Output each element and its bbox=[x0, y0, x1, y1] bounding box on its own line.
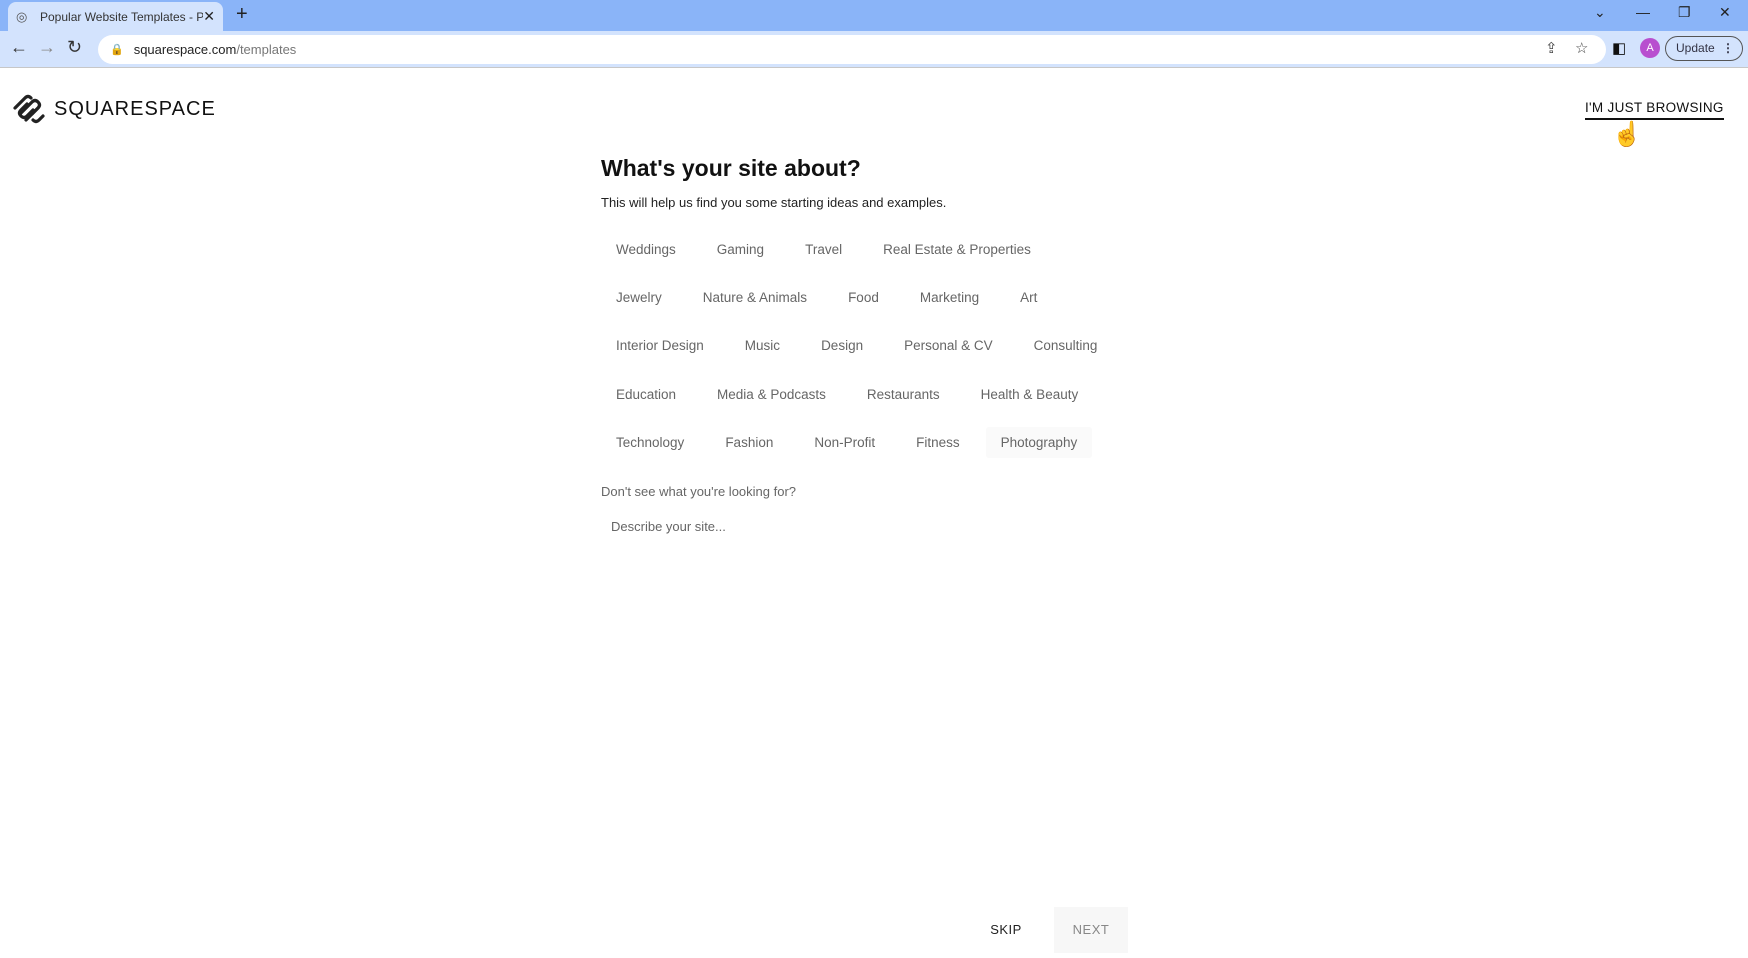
forward-icon[interactable]: → bbox=[38, 37, 56, 58]
category-chip[interactable]: Jewelry bbox=[601, 282, 677, 313]
browser-toolbar: ← → ↻ 🔒 squarespace.com/templates ⇪ ☆ ◧ … bbox=[0, 31, 1748, 68]
category-chip[interactable]: Nature & Animals bbox=[688, 282, 822, 313]
update-button[interactable]: Update ⋮ bbox=[1665, 36, 1743, 61]
category-row: Jewelry Nature & Animals Food Marketing Art bbox=[601, 273, 1161, 321]
category-chip[interactable]: Real Estate & Properties bbox=[868, 234, 1046, 265]
restore-icon[interactable]: ❐ bbox=[1678, 4, 1691, 21]
squarespace-logo-icon bbox=[13, 94, 45, 124]
logo-text: SQUARESPACE bbox=[54, 97, 216, 120]
category-chip[interactable]: Art bbox=[1005, 282, 1052, 313]
tab-title: Popular Website Templates - Popular Webs… bbox=[40, 9, 204, 24]
reload-icon[interactable]: ↻ bbox=[67, 37, 82, 58]
update-label: Update bbox=[1676, 41, 1715, 55]
site-topic-form: What's your site about? This will help u… bbox=[601, 155, 1161, 544]
tab-search-icon[interactable]: ⌄ bbox=[1594, 4, 1606, 21]
category-chip[interactable]: Health & Beauty bbox=[966, 379, 1094, 410]
url-path: /templates bbox=[236, 42, 297, 57]
skip-button[interactable]: SKIP bbox=[980, 915, 1032, 945]
describe-site-input[interactable] bbox=[601, 509, 1121, 544]
category-row: Technology Fashion Non-Profit Fitness Photog… bbox=[601, 418, 1161, 466]
close-tab-icon[interactable]: ✕ bbox=[203, 8, 215, 25]
category-chip[interactable]: Travel bbox=[790, 234, 857, 265]
category-chip[interactable]: Media & Podcasts bbox=[702, 379, 841, 410]
squarespace-logo[interactable]: SQUARESPACE bbox=[12, 94, 216, 124]
category-list: Weddings Gaming Travel Real Estate & Proper… bbox=[601, 225, 1161, 466]
category-chip[interactable]: Gaming bbox=[702, 234, 779, 265]
category-chip[interactable]: Personal & CV bbox=[889, 330, 1008, 361]
category-chip[interactable]: Photography bbox=[985, 426, 1093, 458]
page-subtitle: This will help us find you some starting… bbox=[601, 195, 947, 210]
next-button[interactable]: NEXT bbox=[1054, 907, 1128, 953]
lock-icon: 🔒 bbox=[110, 44, 124, 56]
category-chip[interactable]: Marketing bbox=[905, 282, 994, 313]
category-chip[interactable]: Fitness bbox=[901, 427, 975, 458]
page-title: What's your site about? bbox=[601, 155, 861, 181]
category-chip[interactable]: Technology bbox=[601, 427, 699, 458]
minimize-icon[interactable]: — bbox=[1636, 4, 1650, 20]
url-host: squarespace.com bbox=[133, 42, 237, 57]
squarespace-favicon-icon: ◎ bbox=[16, 8, 28, 24]
category-chip[interactable]: Music bbox=[730, 330, 795, 361]
bookmark-star-icon[interactable]: ☆ bbox=[1575, 39, 1588, 57]
category-row: Weddings Gaming Travel Real Estate & Proper… bbox=[601, 225, 1161, 273]
address-bar[interactable]: 🔒 squarespace.com/templates bbox=[98, 35, 1606, 64]
close-window-icon[interactable]: ✕ bbox=[1719, 4, 1731, 21]
profile-avatar[interactable]: A bbox=[1640, 38, 1660, 58]
browser-tab[interactable]: ◎ Popular Website Templates - Popular We… bbox=[8, 2, 223, 31]
new-tab-icon[interactable]: + bbox=[236, 3, 248, 26]
tab-strip: ◎ Popular Website Templates - Popular We… bbox=[0, 0, 1748, 31]
category-chip[interactable]: Weddings bbox=[601, 234, 691, 265]
custom-prompt: Don't see what you're looking for? bbox=[601, 484, 797, 500]
category-chip[interactable]: Education bbox=[601, 379, 691, 410]
category-chip[interactable]: Interior Design bbox=[601, 330, 719, 361]
back-icon[interactable]: ← bbox=[10, 37, 28, 58]
category-chip[interactable]: Design bbox=[806, 330, 878, 361]
side-panel-icon[interactable]: ◧ bbox=[1612, 39, 1626, 57]
just-browsing-link[interactable]: I'M JUST BROWSING bbox=[1585, 100, 1724, 120]
category-chip[interactable]: Restaurants bbox=[852, 379, 955, 410]
menu-dots-icon[interactable]: ⋮ bbox=[1722, 37, 1734, 60]
category-chip[interactable]: Food bbox=[833, 282, 894, 313]
category-row: Interior Design Music Design Personal & CV C… bbox=[601, 322, 1161, 370]
category-chip[interactable]: Consulting bbox=[1019, 330, 1113, 361]
hand-cursor-icon: ☝ bbox=[1612, 121, 1642, 148]
category-chip[interactable]: Fashion bbox=[710, 427, 788, 458]
category-chip[interactable]: Non-Profit bbox=[799, 427, 890, 458]
share-icon[interactable]: ⇪ bbox=[1545, 39, 1558, 57]
category-row: Education Media & Podcasts Restaurants Heal… bbox=[601, 370, 1161, 418]
